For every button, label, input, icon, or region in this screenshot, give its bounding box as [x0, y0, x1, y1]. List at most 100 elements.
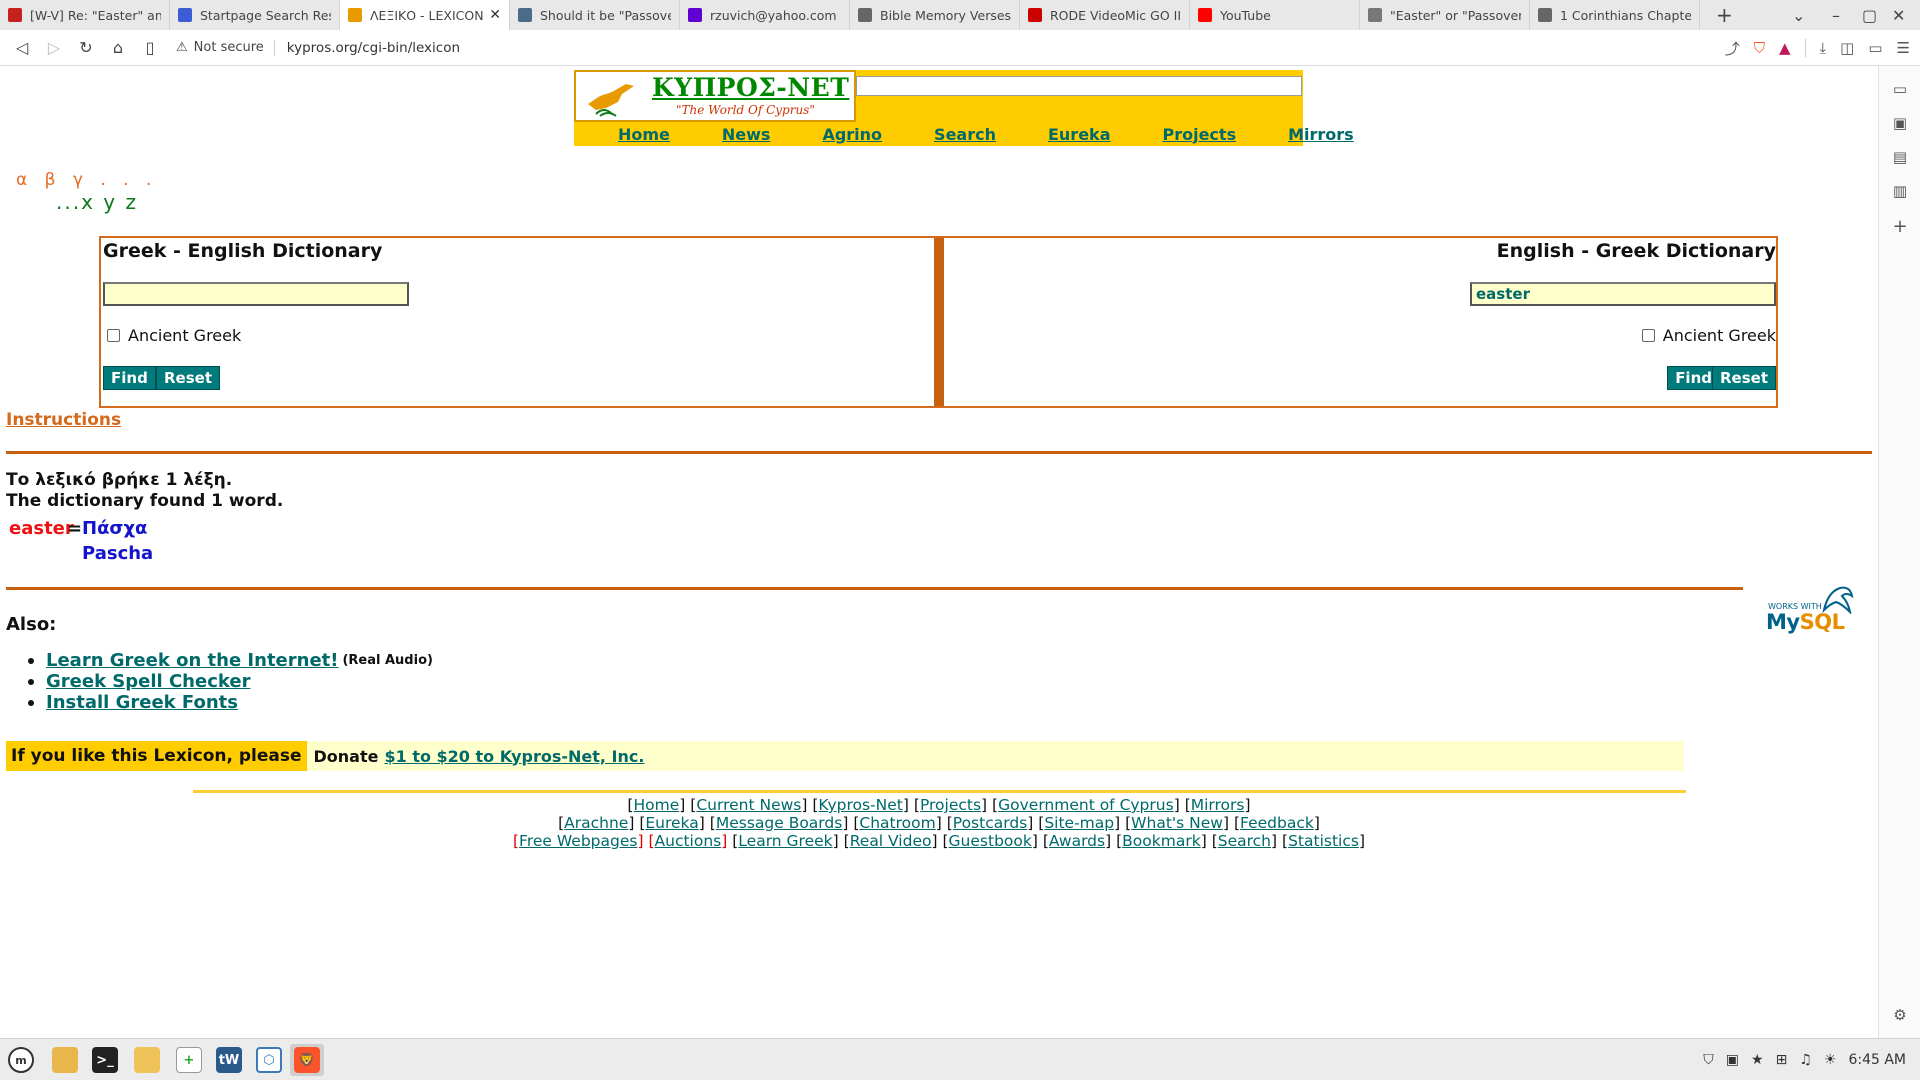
english-ancient-checkbox[interactable]: Ancient Greek	[1638, 326, 1776, 345]
reload-icon[interactable]: ↻	[70, 38, 102, 57]
brightness-icon[interactable]: ☀	[1824, 1052, 1837, 1068]
downloads-icon[interactable]: ⤓	[1820, 39, 1827, 57]
reading-list-icon[interactable]: ▥	[1891, 182, 1909, 200]
close-tab-icon[interactable]: ✕	[489, 7, 501, 23]
warning-icon[interactable]: ⚠	[176, 40, 188, 55]
browser-tab[interactable]: 1 Corinthians Chapter	[1530, 0, 1700, 30]
text-editor-app-icon[interactable]: +	[172, 1044, 206, 1076]
nav-link-projects[interactable]: Projects	[1149, 125, 1249, 144]
nav-link-eureka[interactable]: Eureka	[1035, 125, 1124, 144]
footer-link[interactable]: Chatroom	[859, 814, 935, 832]
tab-list-icon[interactable]: ⌄	[1792, 0, 1805, 30]
english-search-input[interactable]	[1470, 282, 1776, 306]
footer-link[interactable]: Home	[633, 796, 679, 814]
footer-link[interactable]: Kypros-Net	[818, 796, 902, 814]
site-logo[interactable]: ΚΥΠΡΟΣ-NET "The World Of Cyprus"	[574, 70, 856, 122]
share-icon[interactable]: ⤴	[1725, 38, 1740, 59]
wallet-sidebar-icon[interactable]: ▣	[1891, 114, 1909, 132]
files-app-icon[interactable]	[48, 1044, 82, 1076]
virtualbox-app-icon[interactable]: ⬡	[252, 1044, 286, 1076]
greek-find-button[interactable]: Find	[103, 366, 156, 390]
footer-link[interactable]: Bookmark	[1122, 832, 1201, 850]
network-icon[interactable]: ⊞	[1776, 1052, 1788, 1068]
footer-link[interactable]: Eureka	[645, 814, 698, 832]
bookmark-icon[interactable]: ▯	[134, 38, 166, 57]
brave-app-icon[interactable]: 🦁	[290, 1044, 324, 1076]
also-link[interactable]: Greek Spell Checker	[46, 671, 250, 692]
star-icon[interactable]: ★	[1751, 1052, 1764, 1068]
also-link[interactable]: Learn Greek on the Internet!	[46, 650, 338, 671]
checkbox-box[interactable]	[1641, 329, 1655, 342]
browser-tab[interactable]: rzuvich@yahoo.com - Y	[680, 0, 850, 30]
shield-icon[interactable]: ⛉	[1703, 1052, 1714, 1068]
footer-link[interactable]: What's New	[1131, 814, 1223, 832]
nav-link-news[interactable]: News	[709, 125, 784, 144]
footer-link[interactable]: Arachne	[564, 814, 628, 832]
banner-search-field[interactable]	[856, 76, 1302, 96]
footer-link[interactable]: Real Video	[850, 832, 932, 850]
bookmarks-sidebar-icon[interactable]: ▤	[1891, 148, 1909, 166]
url-field[interactable]: kypros.org/cgi-bin/lexicon	[287, 40, 460, 56]
greek-ancient-checkbox[interactable]: Ancient Greek	[103, 326, 241, 345]
mysql-badge[interactable]: WORKS WITH MySQL	[1766, 584, 1858, 634]
menu-icon[interactable]: ☰	[1897, 39, 1910, 57]
browser-tab[interactable]: Should it be "Passover	[510, 0, 680, 30]
nav-link-mirrors[interactable]: Mirrors	[1275, 125, 1367, 144]
footer-link[interactable]: Site-map	[1044, 814, 1114, 832]
footer-link[interactable]: Search	[1218, 832, 1271, 850]
footer-link[interactable]: Statistics	[1288, 832, 1359, 850]
folder-app-icon[interactable]	[130, 1044, 164, 1076]
close-window-icon[interactable]: ✕	[1892, 0, 1905, 30]
footer-link[interactable]: Projects	[920, 796, 981, 814]
browser-tab[interactable]: Bible Memory Verses	[850, 0, 1020, 30]
clock[interactable]: 6:45 AM	[1848, 1052, 1906, 1068]
footer-link[interactable]: Awards	[1049, 832, 1105, 850]
footer-link[interactable]: Current News	[696, 796, 801, 814]
browser-tab[interactable]: RODE VideoMic GO II L	[1020, 0, 1190, 30]
english-reset-button[interactable]: Reset	[1712, 366, 1776, 390]
browser-tab[interactable]: ΛΕΞΙΚΟ - LEXICON ✕	[340, 0, 510, 30]
footer-link[interactable]: Auctions	[655, 832, 722, 850]
add-sidebar-icon[interactable]: +	[1891, 216, 1909, 237]
terminal-app-icon[interactable]: >_	[88, 1044, 122, 1076]
browser-tab[interactable]: YouTube	[1190, 0, 1360, 30]
footer-link[interactable]: Feedback	[1240, 814, 1314, 832]
also-link[interactable]: Install Greek Fonts	[46, 692, 238, 713]
footer-link[interactable]: Postcards	[953, 814, 1027, 832]
forward-icon[interactable]: ▷	[38, 38, 70, 57]
footer-link[interactable]: Guestbook	[949, 832, 1032, 850]
home-icon[interactable]: ⌂	[102, 38, 134, 57]
video-icon[interactable]: ▭	[1891, 80, 1909, 98]
browser-tab[interactable]: "Easter" or "Passover"	[1360, 0, 1530, 30]
footer-link[interactable]: Mirrors	[1191, 796, 1245, 814]
footer-link[interactable]: Message Boards	[716, 814, 843, 832]
brave-rewards-icon[interactable]: ▲	[1779, 39, 1791, 57]
browser-tab[interactable]: Startpage Search Resu	[170, 0, 340, 30]
sidebar-settings-icon[interactable]: ⚙	[1891, 1006, 1909, 1024]
volume-icon[interactable]: ♫	[1799, 1052, 1812, 1068]
greek-reset-button[interactable]: Reset	[156, 366, 220, 390]
updates-icon[interactable]: ▣	[1726, 1052, 1739, 1068]
donate-link[interactable]: $1 to $20 to Kypros-Net, Inc.	[384, 747, 644, 766]
minimize-icon[interactable]: –	[1832, 0, 1840, 30]
footer-link[interactable]: Free Webpages	[519, 832, 637, 850]
new-tab-icon[interactable]: +	[1716, 0, 1733, 30]
greek-search-input[interactable]	[103, 282, 409, 306]
not-secure-label[interactable]: Not secure	[194, 40, 264, 55]
nav-link-search[interactable]: Search	[921, 125, 1009, 144]
browser-tab[interactable]: [W-V] Re: "Easter" and	[0, 0, 170, 30]
mint-menu-icon[interactable]: m	[4, 1044, 38, 1076]
sidebar-toggle-icon[interactable]: ◫	[1840, 39, 1854, 57]
instructions-link[interactable]: Instructions	[6, 410, 121, 430]
brave-shields-icon[interactable]: ⛉	[1754, 39, 1765, 57]
footer-link[interactable]: Learn Greek	[738, 832, 832, 850]
wallet-icon[interactable]: ▭	[1868, 39, 1882, 57]
nav-link-agrino[interactable]: Agrino	[809, 125, 895, 144]
back-icon[interactable]: ◁	[6, 38, 38, 57]
footer-link[interactable]: Government of Cyprus	[998, 796, 1174, 814]
nav-link-home[interactable]: Home	[600, 125, 683, 144]
restore-icon[interactable]: ▢	[1862, 0, 1877, 30]
tiddlywiki-app-icon[interactable]: tW	[212, 1044, 246, 1076]
bullet-icon	[28, 657, 34, 664]
checkbox-box[interactable]	[107, 329, 120, 342]
